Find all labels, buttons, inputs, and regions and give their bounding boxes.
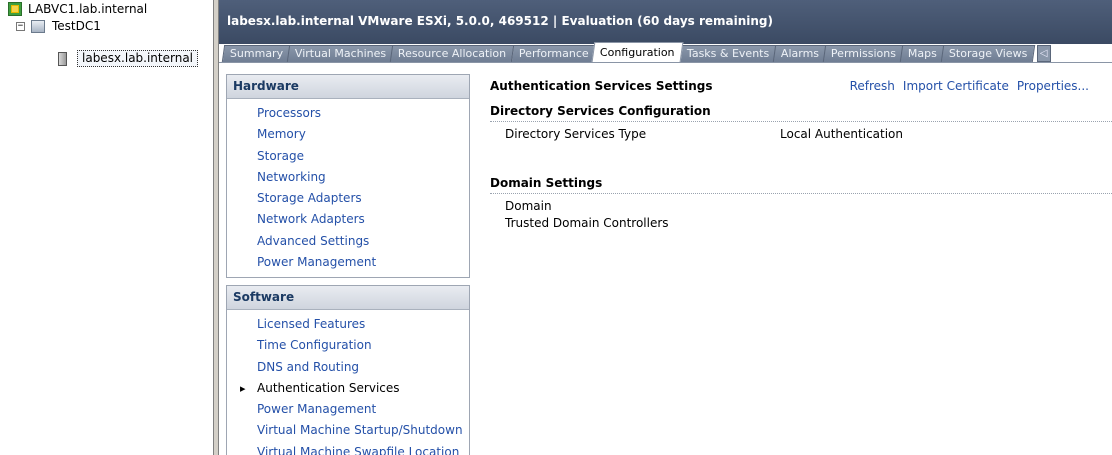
inventory-tree: LABVC1.lab.internal − TestDC1 labesx.lab… — [0, 0, 212, 455]
software-list: Licensed Features Time Configuration DNS… — [227, 310, 469, 455]
software-header: Software — [227, 286, 469, 310]
software-item-vm-swapfile-location[interactable]: Virtual Machine Swapfile Location — [227, 442, 469, 455]
domain-row: Domain — [490, 199, 1112, 213]
hardware-item-network-adapters[interactable]: Network Adapters — [227, 209, 469, 230]
trusted-dc-label: Trusted Domain Controllers — [505, 216, 669, 230]
hardware-panel: Hardware Processors Memory Storage Netwo… — [226, 74, 470, 278]
tree-node-host[interactable]: labesx.lab.internal — [58, 50, 199, 67]
software-panel: Software Licensed Features Time Configur… — [226, 285, 470, 455]
detail-title: Authentication Services Settings — [490, 79, 713, 93]
software-item-authentication-services[interactable]: Authentication Services — [227, 378, 469, 399]
software-item-vm-startup-shutdown[interactable]: Virtual Machine Startup/Shutdown — [227, 420, 469, 441]
properties-link[interactable]: Properties... — [1017, 79, 1089, 93]
detail-actions: Refresh Import Certificate Properties... — [850, 79, 1089, 93]
refresh-link[interactable]: Refresh — [850, 79, 895, 93]
tree-node-vcenter[interactable]: LABVC1.lab.internal — [8, 2, 147, 16]
domain-settings-header: Domain Settings — [490, 176, 1112, 194]
collapse-icon[interactable]: − — [16, 21, 25, 31]
domain-label: Domain — [505, 199, 552, 213]
software-item-licensed-features[interactable]: Licensed Features — [227, 314, 469, 335]
directory-type-value: Local Authentication — [780, 127, 904, 141]
hardware-item-power-management[interactable]: Power Management — [227, 252, 469, 273]
domain-settings-section: Domain Settings Domain Trusted Domain Co… — [490, 176, 1112, 230]
hardware-item-storage-adapters[interactable]: Storage Adapters — [227, 188, 469, 209]
tab-scroll-left-icon[interactable]: ◁ — [1036, 45, 1051, 62]
tree-node-vcenter-label: LABVC1.lab.internal — [28, 2, 148, 16]
directory-type-row: Directory Services Type Local Authentica… — [490, 127, 1112, 141]
directory-type-label: Directory Services Type — [505, 127, 647, 141]
host-title-bar: labesx.lab.internal VMware ESXi, 5.0.0, … — [219, 0, 1112, 44]
tab-strip: Summary Virtual Machines Resource Alloca… — [221, 42, 1051, 62]
hardware-item-networking[interactable]: Networking — [227, 167, 469, 188]
tab-permissions[interactable]: Permissions — [823, 45, 905, 62]
tab-tasks-events[interactable]: Tasks & Events — [678, 45, 778, 62]
hardware-item-memory[interactable]: Memory — [227, 124, 469, 145]
tab-performance[interactable]: Performance — [510, 45, 597, 62]
directory-services-section: Directory Services Configuration Directo… — [490, 104, 1112, 141]
directory-services-header: Directory Services Configuration — [490, 104, 1112, 122]
host-title: labesx.lab.internal VMware ESXi, 5.0.0, … — [227, 14, 773, 28]
hardware-item-processors[interactable]: Processors — [227, 103, 469, 124]
tab-configuration[interactable]: Configuration — [591, 42, 684, 62]
hardware-item-advanced-settings[interactable]: Advanced Settings — [227, 231, 469, 252]
vcenter-icon — [8, 2, 22, 16]
tab-summary[interactable]: Summary — [221, 45, 292, 62]
import-certificate-link[interactable]: Import Certificate — [903, 79, 1009, 93]
datacenter-icon — [31, 19, 45, 33]
tab-maps[interactable]: Maps — [900, 45, 946, 62]
hardware-list: Processors Memory Storage Networking Sto… — [227, 99, 469, 273]
tab-storage-views[interactable]: Storage Views — [941, 45, 1036, 62]
tree-node-datacenter[interactable]: − TestDC1 — [16, 19, 101, 33]
tab-alarms[interactable]: Alarms — [772, 45, 828, 62]
tree-node-host-label: labesx.lab.internal — [77, 50, 199, 67]
trusted-dc-row: Trusted Domain Controllers — [490, 216, 1112, 230]
tree-node-datacenter-label: TestDC1 — [52, 19, 101, 33]
tab-resource-allocation[interactable]: Resource Allocation — [390, 45, 515, 62]
hardware-header: Hardware — [227, 75, 469, 99]
software-item-power-management[interactable]: Power Management — [227, 399, 469, 420]
host-icon — [58, 51, 67, 66]
hardware-item-storage[interactable]: Storage — [227, 146, 469, 167]
host-detail-pane: labesx.lab.internal VMware ESXi, 5.0.0, … — [219, 0, 1112, 455]
tab-content-border — [219, 62, 1112, 66]
software-item-time-configuration[interactable]: Time Configuration — [227, 335, 469, 356]
software-item-dns-routing[interactable]: DNS and Routing — [227, 357, 469, 378]
tab-virtual-machines[interactable]: Virtual Machines — [286, 45, 395, 62]
